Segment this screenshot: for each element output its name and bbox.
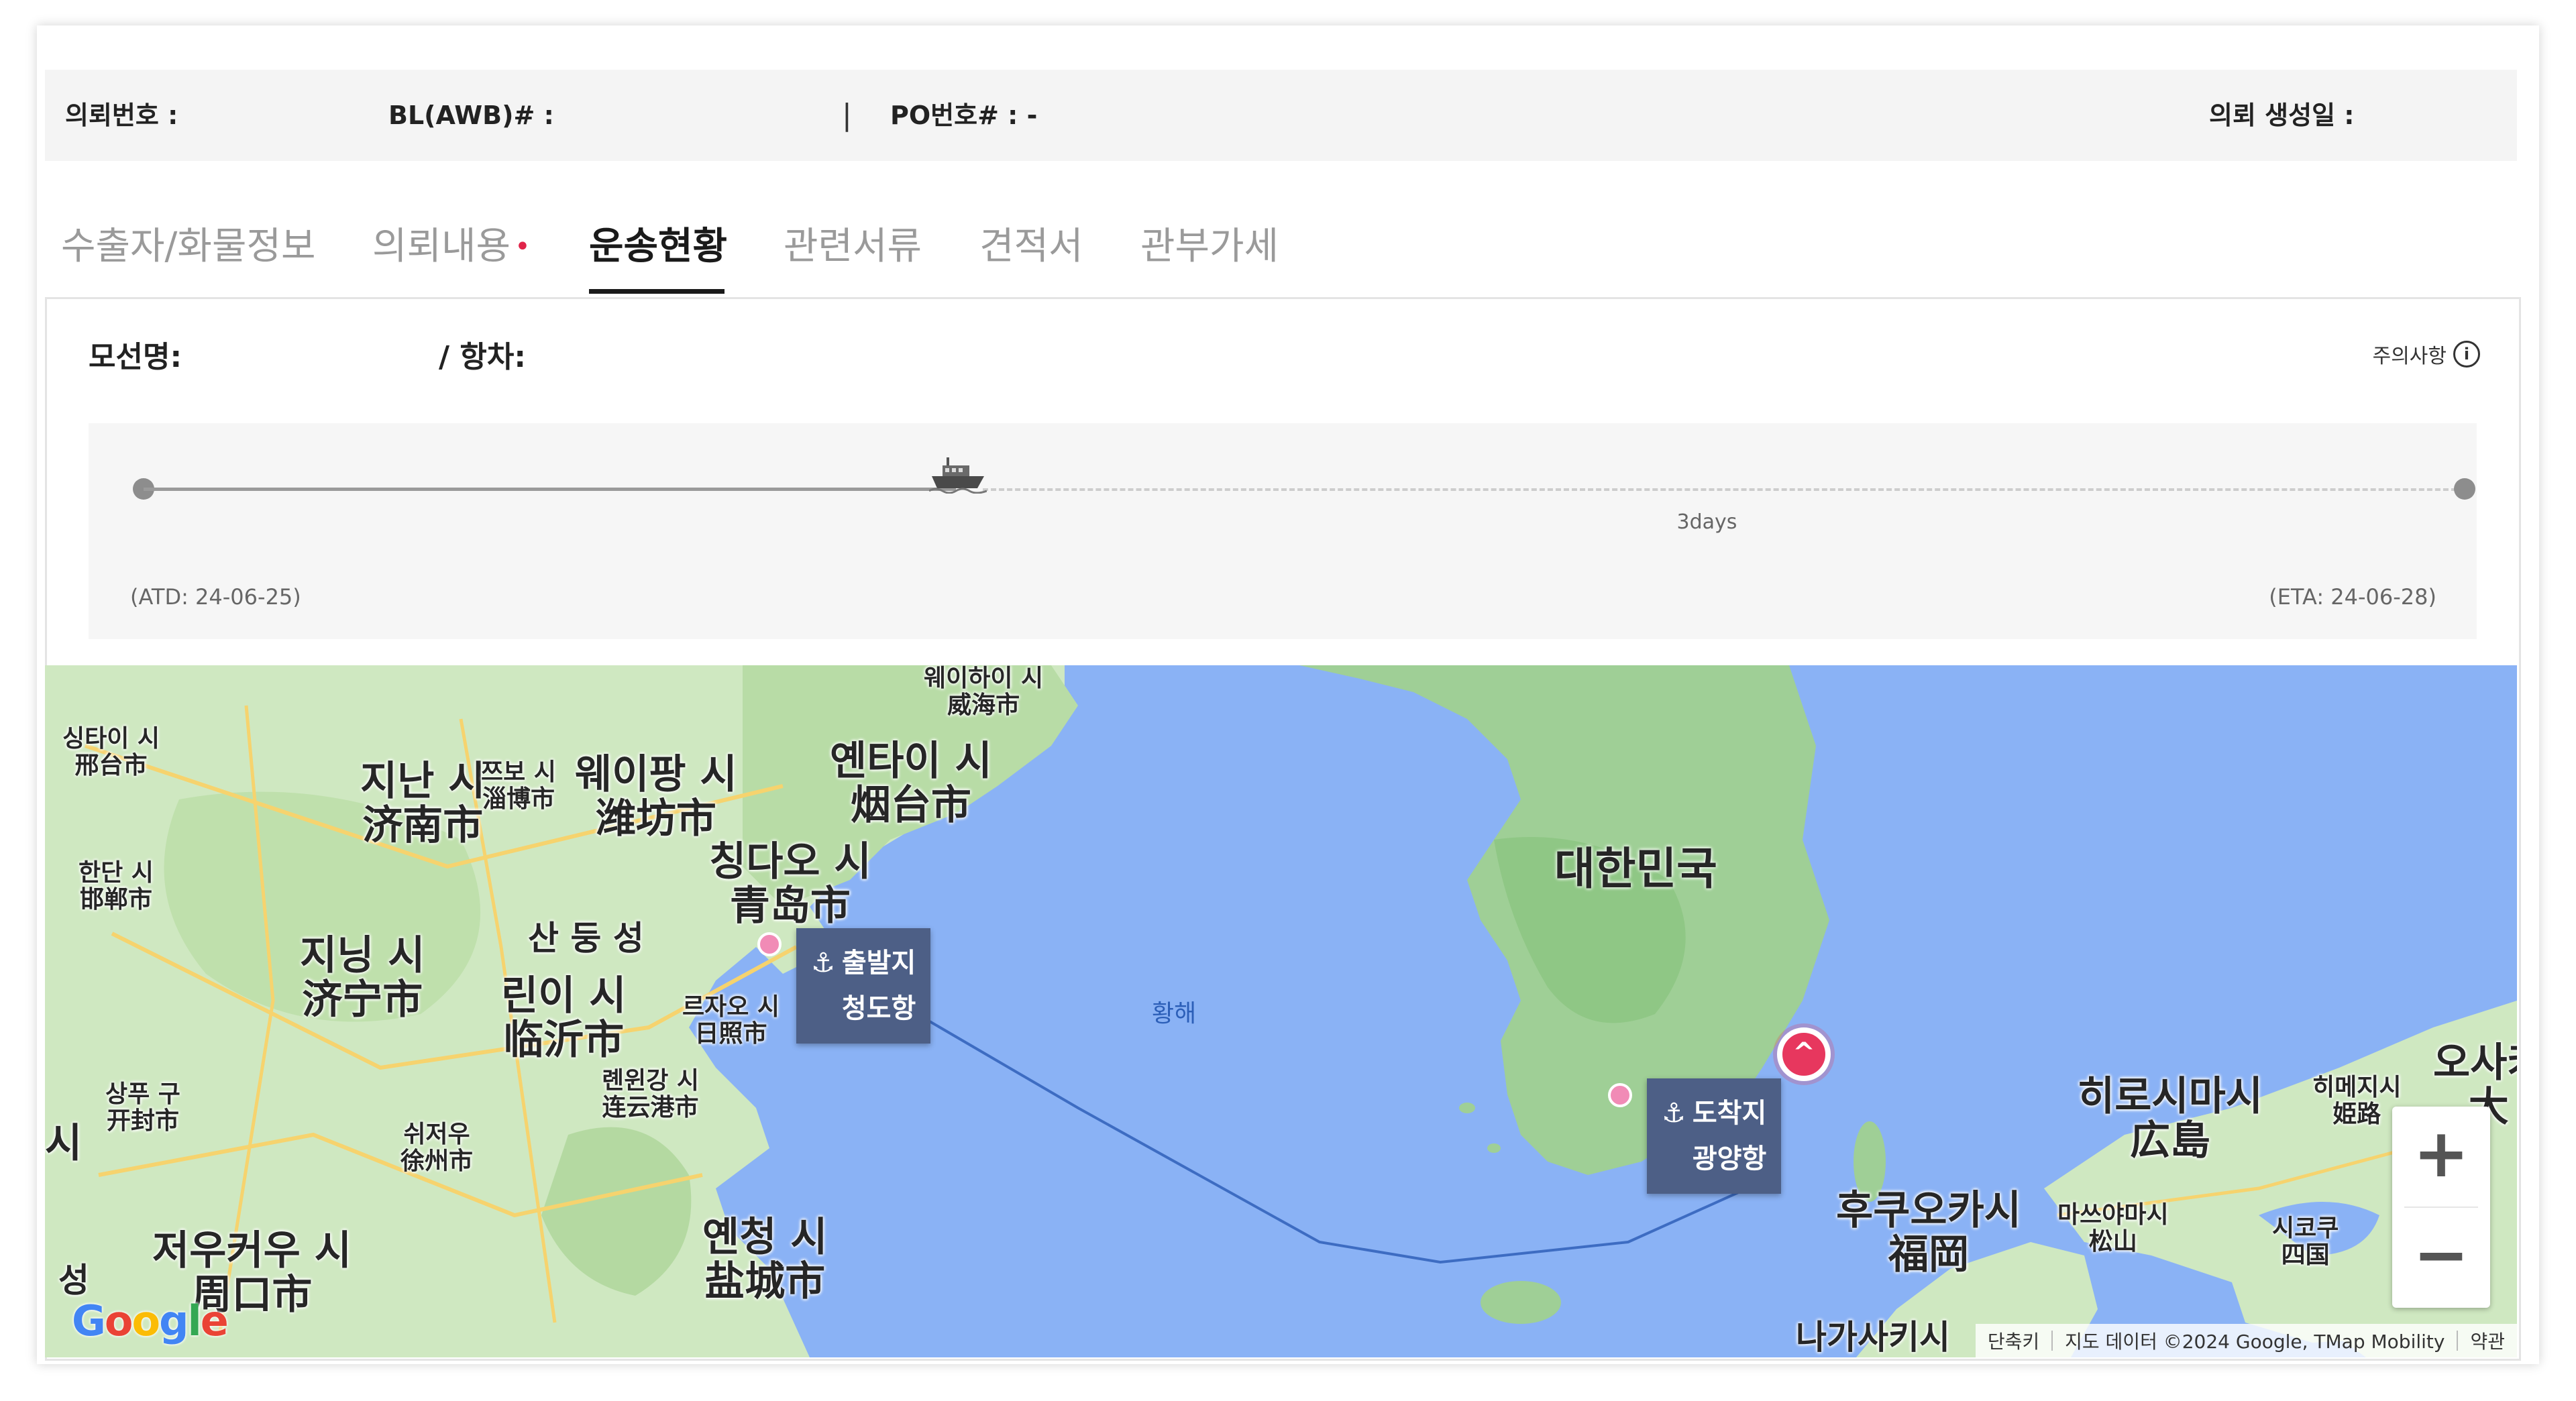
label-yellow-sea: 황해: [1152, 1000, 1197, 1027]
shipment-detail-window: 의뢰번호 : BL(AWB)# : | PO번호# : - 의뢰 생성일 : 수…: [37, 25, 2539, 1364]
active-tab-indicator: [589, 289, 724, 294]
label-himeji: 히메지시 姫路: [2312, 1074, 2402, 1128]
destination-pin[interactable]: [1608, 1083, 1632, 1107]
voyage-number-label: / 항차:: [439, 340, 526, 374]
origin-pin[interactable]: [757, 932, 782, 956]
request-number-label: 의뢰번호 :: [65, 101, 178, 130]
map-data-text: 지도 데이터 ©2024 Google, TMap Mobility: [2065, 1331, 2445, 1353]
origin-port-name: 청도항: [841, 993, 916, 1024]
notice-link[interactable]: 주의사항 i: [2373, 339, 2480, 369]
anchor-icon: ⚓: [1662, 1098, 1686, 1129]
tab-shipping-status[interactable]: 운송현황: [589, 213, 727, 280]
map-attribution-bar: 단축키 지도 데이터 ©2024 Google, TMap Mobility 약…: [1975, 1324, 2517, 1357]
tab-request-details[interactable]: 의뢰내용 •: [372, 213, 531, 280]
request-created-date-label: 의뢰 생성일 :: [2209, 101, 2355, 130]
shipment-progress-track: 3days (ATD: 24-06-25) (ETA: 24-06-28): [89, 423, 2477, 639]
label-lianyungang: 롄윈강 시 连云港市: [602, 1067, 700, 1121]
label-zibo: 쯔보 시 淄博市: [481, 759, 556, 813]
label-rizhao: 르자오 시 日照市: [682, 993, 780, 1048]
zoom-in-button[interactable]: +: [2392, 1107, 2490, 1207]
zoom-out-button[interactable]: −: [2392, 1208, 2490, 1308]
arrival-date-text: (ETA: 24-06-28): [2269, 584, 2436, 610]
ship-icon: [928, 453, 987, 496]
label-shikoku: 시코쿠 四国: [2272, 1215, 2339, 1269]
label-xuzhou: 쉬저우 徐州市: [400, 1121, 474, 1175]
zoom-controls: + −: [2392, 1107, 2490, 1308]
route-map[interactable]: 싱타이 시 邢台市 지난 시 济南市 쯔보 시 淄博市 웨이팡 시 潍坊市 옌타이 시烟…: [45, 665, 2517, 1357]
label-left-edge-si: 시: [45, 1120, 83, 1167]
label-xingtai: 싱타이 시 邢台市: [62, 725, 160, 779]
label-handan: 한단 시 邯郸市: [78, 859, 154, 913]
info-icon: i: [2453, 341, 2480, 368]
label-shangqiu: 상푸 구 开封市: [105, 1080, 180, 1135]
bl-number-label: BL(AWB)# :: [388, 101, 554, 130]
tab-duties-vat[interactable]: 관부가세: [1140, 213, 1279, 280]
label-linyi: 린이 시 临沂市: [501, 972, 627, 1064]
label-nagasaki: 나가사키시: [1796, 1318, 1950, 1357]
tab-exporter-cargo[interactable]: 수출자/화물정보: [61, 213, 316, 280]
label-south-korea: 대한민국: [1554, 843, 1717, 895]
label-qingdao: 칭다오 시 青岛市: [709, 838, 871, 930]
label-weihai: 웨이하이 시 威海市: [924, 665, 1044, 719]
po-number-label: PO번호# : -: [890, 101, 1038, 130]
destination-port-name: 광양항: [1692, 1143, 1767, 1174]
label-jinan: 지난 시 济南市: [360, 758, 486, 849]
vessel-name-label: 모선명:: [89, 340, 182, 374]
arrival-point: [2454, 478, 2475, 500]
remaining-track: [983, 488, 2465, 491]
label-fukuoka: 후쿠오카시 福岡: [1836, 1187, 2021, 1278]
anchor-icon: ⚓: [811, 948, 835, 978]
origin-port-tag[interactable]: ⚓ 출발지 청도항: [796, 928, 931, 1044]
label-matsuyama: 마쓰야마시 松山: [2057, 1201, 2169, 1255]
vessel-location-marker[interactable]: ^: [1777, 1027, 1831, 1081]
label-left-edge-seong: 성: [58, 1261, 89, 1300]
departure-date-text: (ATD: 24-06-25): [130, 584, 301, 610]
label-weifang: 웨이팡 시 潍坊市: [575, 751, 737, 842]
completed-track: [144, 488, 956, 491]
tab-quotation[interactable]: 견적서: [979, 213, 1083, 280]
keyboard-shortcuts-link[interactable]: 단축키: [1976, 1327, 2051, 1354]
destination-port-tag[interactable]: ⚓ 도착지 광양항: [1647, 1078, 1782, 1194]
label-yancheng: 옌청 시 盐城市: [702, 1214, 828, 1305]
required-mark: •: [515, 231, 531, 262]
terms-link[interactable]: 약관: [2458, 1327, 2517, 1354]
label-hiroshima: 히로시마시 広島: [2078, 1073, 2263, 1164]
label-yantai: 옌타이 시 烟台市: [830, 738, 992, 829]
label-shandong: 산 둥 성: [528, 919, 644, 958]
info-separator: |: [842, 98, 852, 132]
tab-related-documents[interactable]: 관련서류: [784, 213, 922, 280]
google-logo: Google: [72, 1296, 229, 1345]
notice-label: 주의사항: [2372, 345, 2447, 368]
remaining-days-text: 3days: [1676, 510, 1737, 534]
label-jining: 지닝 시 济宁市: [300, 932, 425, 1023]
request-info-bar: 의뢰번호 : BL(AWB)# : | PO번호# : - 의뢰 생성일 :: [45, 70, 2517, 161]
